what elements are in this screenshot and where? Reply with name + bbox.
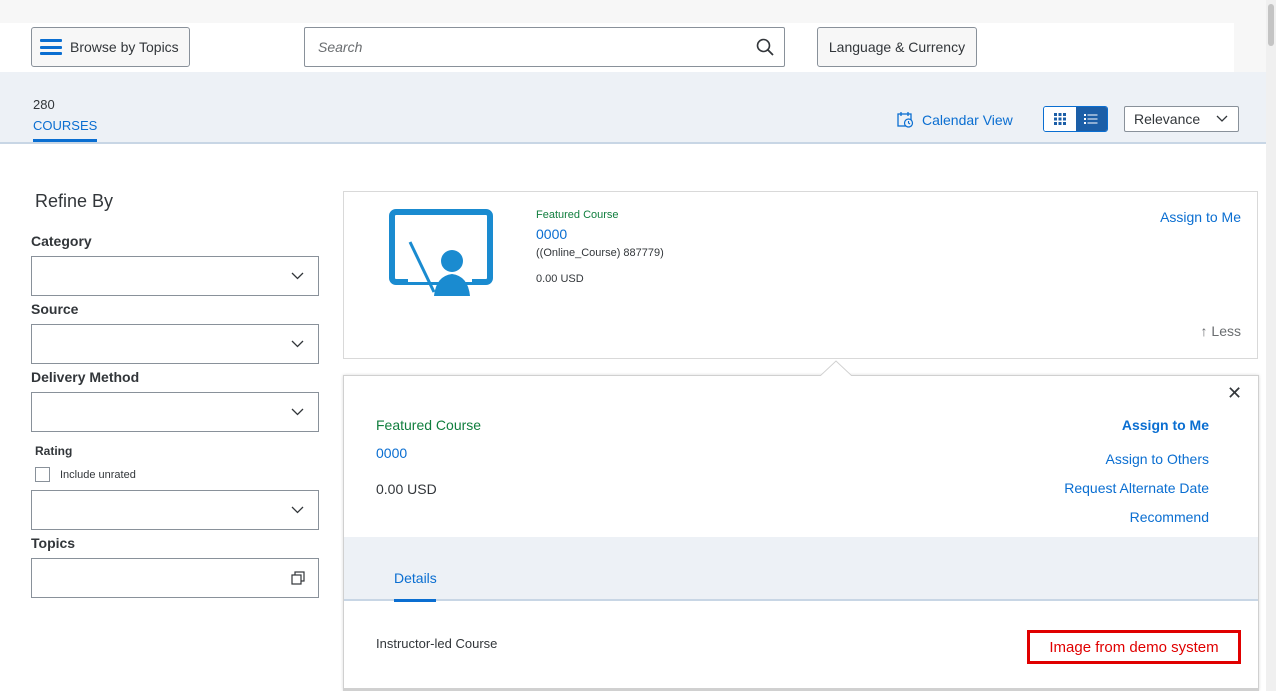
panel-course-price: 0.00 USD bbox=[376, 481, 437, 497]
language-currency-button[interactable]: Language & Currency bbox=[817, 27, 977, 67]
course-card[interactable]: Featured Course 0000 ((Online_Course) 88… bbox=[343, 191, 1258, 359]
include-unrated-label[interactable]: Include unrated bbox=[60, 469, 136, 481]
value-help-icon[interactable] bbox=[291, 571, 305, 585]
category-select[interactable] bbox=[31, 256, 319, 296]
chevron-down-icon bbox=[291, 340, 304, 348]
course-subtitle: ((Online_Course) 887779) bbox=[536, 247, 664, 259]
view-toggle bbox=[1043, 106, 1108, 132]
source-label: Source bbox=[31, 301, 79, 317]
delivery-method-label: Delivery Method bbox=[31, 369, 140, 385]
course-count: 280 bbox=[33, 97, 55, 112]
instructor-presentation-icon bbox=[389, 209, 493, 296]
featured-course-label: Featured Course bbox=[536, 209, 619, 221]
scrollbar[interactable] bbox=[1266, 0, 1276, 691]
panel-featured-label: Featured Course bbox=[376, 417, 482, 433]
source-select[interactable] bbox=[31, 324, 319, 364]
course-price: 0.00 USD bbox=[536, 273, 584, 285]
browse-by-topics-label: Browse by Topics bbox=[70, 39, 179, 55]
courses-tab-indicator bbox=[33, 139, 97, 142]
demo-system-annotation: Image from demo system bbox=[1027, 630, 1241, 664]
rating-select[interactable] bbox=[31, 490, 319, 530]
grid-icon bbox=[1053, 113, 1066, 125]
assign-to-me-link[interactable]: Assign to Me bbox=[1160, 209, 1241, 225]
recommend-link[interactable]: Recommend bbox=[1130, 509, 1209, 525]
close-icon[interactable]: ✕ bbox=[1227, 383, 1242, 404]
search-icon[interactable] bbox=[756, 38, 774, 56]
sort-value: Relevance bbox=[1134, 111, 1201, 127]
chevron-down-icon bbox=[291, 506, 304, 514]
delivery-type: Instructor-led Course bbox=[376, 636, 498, 651]
tab-details-indicator bbox=[394, 599, 436, 602]
chevron-down-icon bbox=[291, 272, 304, 280]
courses-tab[interactable]: COURSES bbox=[33, 118, 97, 133]
rating-label: Rating bbox=[35, 444, 73, 458]
hamburger-icon bbox=[40, 39, 62, 55]
panel-course-title-link[interactable]: 0000 bbox=[376, 445, 407, 461]
search-input[interactable] bbox=[305, 28, 725, 66]
tab-details[interactable]: Details bbox=[394, 570, 437, 586]
refine-by-title: Refine By bbox=[35, 191, 114, 211]
details-tab-bar bbox=[344, 537, 1258, 601]
topics-label: Topics bbox=[31, 535, 76, 551]
topics-field[interactable] bbox=[31, 558, 319, 598]
calendar-view-link[interactable]: Calendar View bbox=[897, 111, 1013, 128]
calendar-icon bbox=[897, 112, 914, 128]
course-title-link[interactable]: 0000 bbox=[536, 226, 567, 242]
include-unrated-checkbox[interactable] bbox=[35, 467, 50, 482]
list-view-button[interactable] bbox=[1075, 107, 1107, 131]
grid-view-button[interactable] bbox=[1044, 107, 1076, 131]
chevron-down-icon bbox=[1216, 115, 1228, 122]
chevron-down-icon bbox=[291, 408, 304, 416]
delivery-method-select[interactable] bbox=[31, 392, 319, 432]
less-toggle[interactable]: ↑ Less bbox=[1201, 323, 1241, 339]
panel-pointer bbox=[820, 360, 852, 376]
category-label: Category bbox=[31, 233, 92, 249]
sort-select[interactable]: Relevance bbox=[1124, 106, 1239, 132]
calendar-view-label: Calendar View bbox=[922, 111, 1013, 128]
assign-to-others-link[interactable]: Assign to Others bbox=[1106, 451, 1210, 467]
panel-assign-to-me-link[interactable]: Assign to Me bbox=[1122, 417, 1209, 433]
list-icon bbox=[1084, 114, 1098, 124]
request-alternate-date-link[interactable]: Request Alternate Date bbox=[1064, 480, 1209, 496]
search-box bbox=[304, 27, 785, 67]
scrollbar-thumb[interactable] bbox=[1268, 4, 1274, 46]
browse-by-topics-button[interactable]: Browse by Topics bbox=[31, 27, 190, 67]
